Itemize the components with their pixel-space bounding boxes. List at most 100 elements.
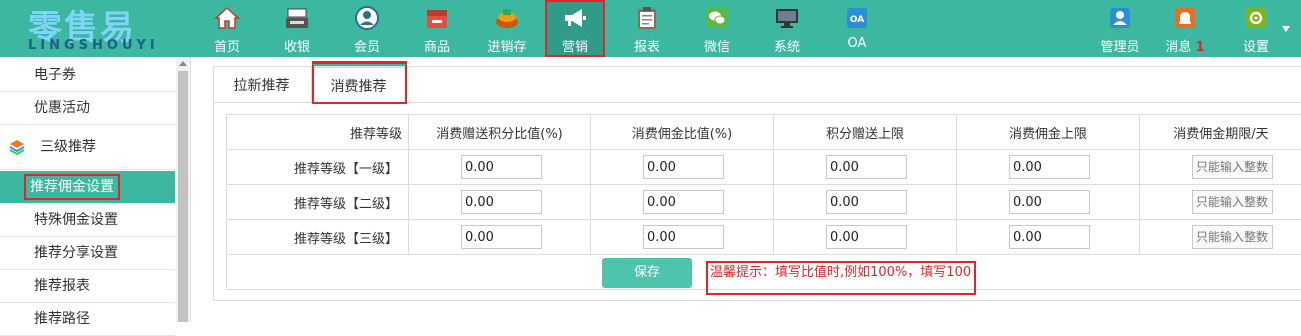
points-ratio-input[interactable]	[461, 190, 542, 214]
megaphone-icon	[562, 6, 588, 30]
row-level-label: 推荐等级【三级】	[227, 220, 409, 255]
monitor-icon	[774, 6, 800, 30]
sidebar-item-commission-settings[interactable]: 推荐佣金设置	[0, 171, 175, 204]
commission-limit-input[interactable]	[1009, 190, 1090, 214]
sidebar-item-label: 电子券	[34, 67, 76, 83]
commission-days-input[interactable]	[1192, 190, 1273, 214]
points-limit-input[interactable]	[826, 190, 907, 214]
commission-days-input[interactable]	[1192, 225, 1273, 249]
nav-label: 首页	[197, 36, 257, 55]
sidebar-scrollbar[interactable]	[176, 57, 190, 322]
column-header: 消费佣金比值(%)	[591, 115, 774, 150]
column-header: 积分赠送上限	[774, 115, 957, 150]
scroll-up-arrow-icon[interactable]	[179, 61, 187, 66]
gear-icon	[1243, 6, 1269, 30]
points-ratio-input[interactable]	[461, 225, 542, 249]
sidebar-item-label: 特殊佣金设置	[34, 212, 118, 228]
points-ratio-input[interactable]	[461, 155, 542, 179]
save-bar: 保存 温馨提示：填写比值时,例如100%，填写100	[226, 255, 1301, 290]
nav-label: 管理员	[1090, 36, 1150, 55]
commission-limit-input[interactable]	[1009, 155, 1090, 179]
sidebar-item-label: 推荐分享设置	[34, 245, 118, 261]
sidebar-item-label: 推荐佣金设置	[24, 174, 120, 200]
tab-label: 消费推荐	[331, 79, 387, 95]
commission-table: 推荐等级 消费赠送积分比值(%) 消费佣金比值(%) 积分赠送上限 消费佣金上限…	[226, 114, 1301, 255]
nav-label: 消息 1	[1155, 36, 1215, 55]
column-header: 推荐等级	[227, 115, 409, 150]
inventory-icon	[494, 6, 520, 30]
sidebar-item-promotions[interactable]: 优惠活动	[0, 92, 175, 125]
admin-user-icon	[1107, 6, 1133, 30]
sidebar-group-label: 三级推荐	[40, 139, 96, 155]
column-header: 消费佣金上限	[957, 115, 1140, 150]
points-limit-input[interactable]	[826, 225, 907, 249]
nav-label: 进销存	[477, 36, 537, 55]
sidebar-item-report[interactable]: 推荐报表	[0, 270, 175, 303]
table-row: 推荐等级【三级】	[227, 220, 1301, 255]
goods-box-icon	[424, 6, 450, 30]
nav-messages[interactable]: 消息 1	[1155, 0, 1215, 57]
nav-cashier[interactable]: 收银	[267, 0, 327, 57]
sidebar-item-label: 优惠活动	[34, 100, 90, 116]
column-header: 消费赠送积分比值(%)	[409, 115, 591, 150]
content-panel: 拉新推荐 消费推荐 推荐等级 消费赠送积分比值(%) 消费佣金比值(%) 积分赠…	[213, 66, 1301, 301]
svg-text:OA: OA	[850, 15, 864, 25]
nav-wechat[interactable]: 微信	[687, 0, 747, 57]
report-clipboard-icon	[634, 6, 660, 30]
sidebar-item-coupons[interactable]: 电子券	[0, 59, 175, 92]
sidebar-item-path[interactable]: 推荐路径	[0, 303, 175, 336]
commission-ratio-input[interactable]	[643, 190, 724, 214]
sidebar-item-share-settings[interactable]: 推荐分享设置	[0, 237, 175, 270]
nav-label: 会员	[337, 36, 397, 55]
nav-label: 商品	[407, 36, 467, 55]
sidebar-item-special-commission[interactable]: 特殊佣金设置	[0, 204, 175, 237]
logo[interactable]: 零售易 LINGSHOUYI	[0, 0, 185, 57]
row-level-label: 推荐等级【一级】	[227, 150, 409, 185]
nav-label: 报表	[617, 36, 677, 55]
scrollbar-thumb[interactable]	[178, 71, 188, 322]
wechat-icon	[704, 6, 730, 30]
bell-icon	[1172, 6, 1198, 30]
layers-icon	[9, 139, 25, 155]
sidebar: 电子券 优惠活动 三级推荐 推荐佣金设置 特殊佣金设置 推荐分享设置 推荐报表 …	[0, 57, 191, 322]
nav-home[interactable]: 首页	[197, 0, 257, 57]
nav-admin[interactable]: 管理员	[1090, 0, 1150, 57]
chevron-down-icon[interactable]	[1282, 26, 1290, 32]
tab-label: 拉新推荐	[234, 78, 290, 94]
nav-member[interactable]: 会员	[337, 0, 397, 57]
cash-register-icon	[284, 6, 310, 30]
commission-ratio-input[interactable]	[643, 225, 724, 249]
sidebar-item-label: 推荐路径	[34, 311, 90, 327]
nav-label: 设置	[1226, 36, 1286, 55]
home-icon	[214, 6, 240, 30]
table-row: 推荐等级【一级】	[227, 150, 1301, 185]
row-level-label: 推荐等级【二级】	[227, 185, 409, 220]
sidebar-group-three-level[interactable]: 三级推荐	[0, 125, 175, 170]
message-count-badge: 1	[1196, 40, 1205, 55]
tab-new-referral[interactable]: 拉新推荐	[214, 67, 309, 103]
nav-settings[interactable]: 设置	[1226, 0, 1286, 57]
commission-ratio-input[interactable]	[643, 155, 724, 179]
nav-label: 收银	[267, 36, 327, 55]
logo-subtext: LINGSHOUYI	[28, 38, 159, 53]
nav-label: OA	[827, 36, 887, 51]
commission-days-input[interactable]	[1192, 155, 1273, 179]
nav-oa[interactable]: OA OA	[827, 0, 887, 57]
oa-icon: OA	[844, 6, 870, 30]
tab-consumption-referral[interactable]: 消费推荐	[311, 67, 406, 104]
nav-inventory[interactable]: 进销存	[477, 0, 537, 57]
table-header-row: 推荐等级 消费赠送积分比值(%) 消费佣金比值(%) 积分赠送上限 消费佣金上限…	[227, 115, 1301, 150]
nav-goods[interactable]: 商品	[407, 0, 467, 57]
nav-marketing[interactable]: 营销	[545, 0, 605, 57]
save-button[interactable]: 保存	[602, 258, 692, 288]
commission-limit-input[interactable]	[1009, 225, 1090, 249]
messages-label: 消息	[1165, 40, 1191, 55]
top-bar: 零售易 LINGSHOUYI 首页 收银 会员 商品 进销存 营销 报表 微信 …	[0, 0, 1301, 57]
nav-report[interactable]: 报表	[617, 0, 677, 57]
nav-system[interactable]: 系统	[757, 0, 817, 57]
tab-bar: 拉新推荐 消费推荐	[214, 67, 1301, 103]
nav-label: 系统	[757, 36, 817, 55]
nav-label: 营销	[545, 36, 605, 55]
points-limit-input[interactable]	[826, 155, 907, 179]
sidebar-item-label: 推荐报表	[34, 278, 90, 294]
